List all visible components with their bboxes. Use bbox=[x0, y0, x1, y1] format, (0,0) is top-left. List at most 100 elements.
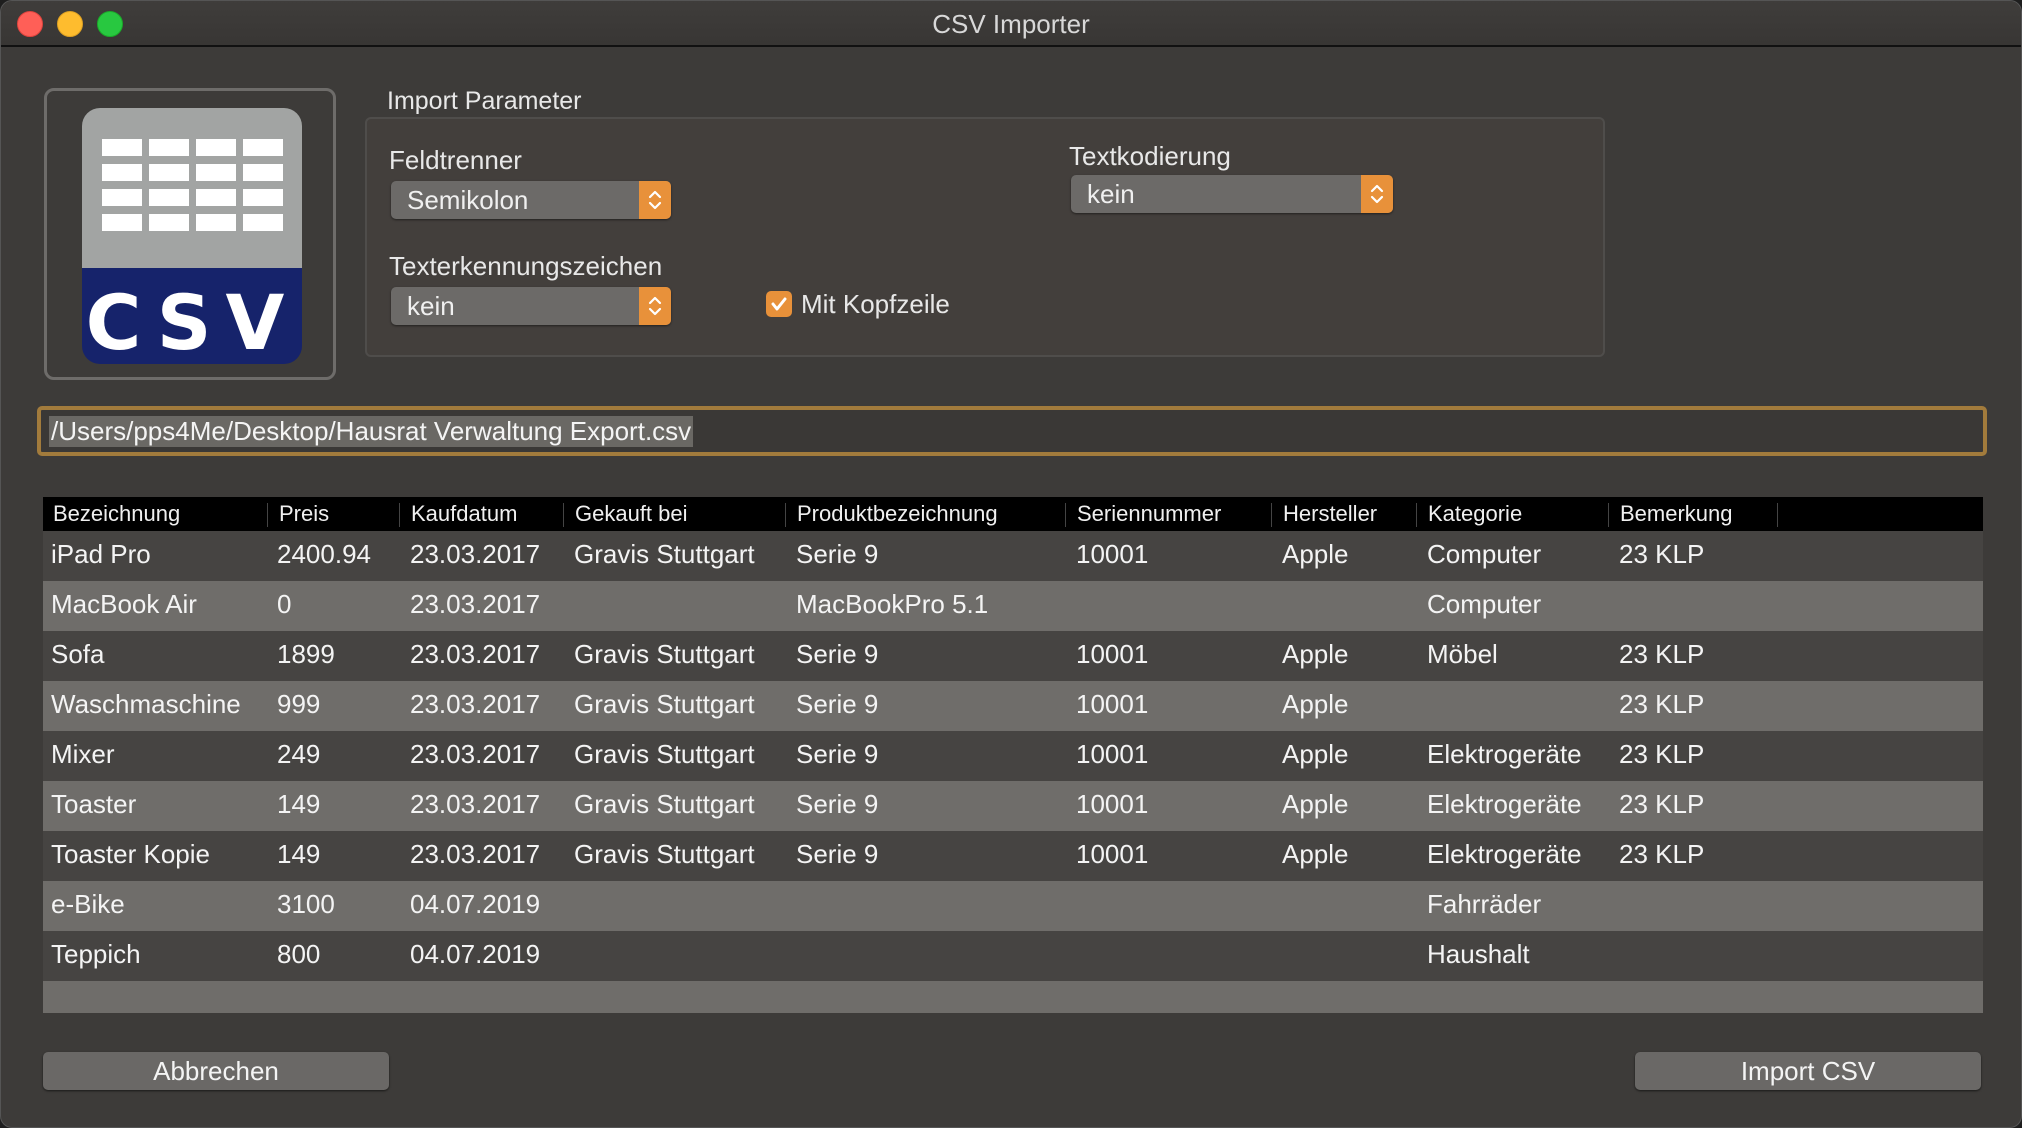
table-cell: e-Bike bbox=[51, 889, 125, 919]
mit-kopfzeile-checkbox[interactable] bbox=[766, 291, 792, 317]
table-cell: Gravis Stuttgart bbox=[574, 639, 755, 669]
table-cell: 23.03.2017 bbox=[410, 639, 541, 669]
column-divider[interactable] bbox=[1065, 503, 1066, 527]
window-title: CSV Importer bbox=[932, 9, 1090, 39]
table-cell: Apple bbox=[1282, 789, 1349, 819]
table-cell: Haushalt bbox=[1427, 939, 1530, 969]
feldtrenner-select[interactable]: Semikolon bbox=[391, 181, 671, 219]
column-divider[interactable] bbox=[1608, 503, 1609, 527]
logo-grid-cell bbox=[196, 189, 236, 206]
table-cell: Apple bbox=[1282, 539, 1349, 569]
table-cell: 10001 bbox=[1076, 839, 1149, 869]
column-header[interactable]: Kategorie bbox=[1428, 500, 1522, 528]
import-csv-button[interactable]: Import CSV bbox=[1635, 1052, 1981, 1090]
table-cell: 23 KLP bbox=[1619, 839, 1705, 869]
table-cell: 800 bbox=[277, 939, 321, 969]
column-divider[interactable] bbox=[1271, 503, 1272, 527]
column-header[interactable]: Bezeichnung bbox=[53, 500, 180, 528]
table-cell: 04.07.2019 bbox=[410, 939, 541, 969]
logo-grid-cell bbox=[243, 189, 283, 206]
table-row[interactable]: e-Bike 3100 04.07.2019 Fahrräder bbox=[43, 881, 1983, 931]
table-row[interactable]: Toaster Kopie 149 23.03.2017 Gravis Stut… bbox=[43, 831, 1983, 881]
column-header[interactable]: Hersteller bbox=[1283, 500, 1377, 528]
table-row-empty bbox=[43, 981, 1983, 1013]
textkodierung-value: kein bbox=[1087, 179, 1135, 209]
table-cell: 249 bbox=[277, 739, 321, 769]
logo-grid-cell bbox=[102, 189, 142, 206]
mit-kopfzeile-label[interactable]: Mit Kopfzeile bbox=[801, 289, 950, 320]
table-cell: Serie 9 bbox=[796, 739, 879, 769]
logo-grid-cell bbox=[102, 214, 142, 231]
table-cell: MacBook Air bbox=[51, 589, 197, 619]
table-cell: Gravis Stuttgart bbox=[574, 789, 755, 819]
logo-grid-cell bbox=[196, 164, 236, 181]
column-header[interactable]: Produktbezeichnung bbox=[797, 500, 998, 528]
logo-grid-cell bbox=[102, 139, 142, 156]
table-row[interactable]: MacBook Air 0 23.03.2017 MacBookPro 5.1 … bbox=[43, 581, 1983, 631]
column-header[interactable]: Seriennummer bbox=[1077, 500, 1221, 528]
table-cell: Teppich bbox=[51, 939, 141, 969]
logo-grid-cell bbox=[149, 189, 189, 206]
table-cell: Serie 9 bbox=[796, 689, 879, 719]
table-cell: 10001 bbox=[1076, 739, 1149, 769]
table-header: Bezeichnung Preis Kaufdatum Gekauft bei … bbox=[43, 497, 1983, 531]
table-cell: 23 KLP bbox=[1619, 689, 1705, 719]
table-cell: Möbel bbox=[1427, 639, 1498, 669]
data-table[interactable]: Bezeichnung Preis Kaufdatum Gekauft bei … bbox=[43, 497, 1983, 1013]
table-row[interactable]: Toaster 149 23.03.2017 Gravis Stuttgart … bbox=[43, 781, 1983, 831]
column-divider[interactable] bbox=[399, 503, 400, 527]
column-divider[interactable] bbox=[785, 503, 786, 527]
table-cell: Waschmaschine bbox=[51, 689, 241, 719]
table-cell: 23.03.2017 bbox=[410, 839, 541, 869]
logo-grid-area bbox=[82, 108, 302, 268]
logo-grid-cell bbox=[149, 214, 189, 231]
table-cell: Fahrräder bbox=[1427, 889, 1542, 919]
column-header[interactable]: Bemerkung bbox=[1620, 500, 1733, 528]
column-divider[interactable] bbox=[1777, 503, 1778, 527]
table-row[interactable]: Mixer 249 23.03.2017 Gravis Stuttgart Se… bbox=[43, 731, 1983, 781]
column-divider[interactable] bbox=[1416, 503, 1417, 527]
texterkennungszeichen-select[interactable]: kein bbox=[391, 287, 671, 325]
updown-chevron-icon bbox=[639, 287, 671, 325]
table-cell: 23.03.2017 bbox=[410, 539, 541, 569]
feldtrenner-label: Feldtrenner bbox=[389, 145, 522, 175]
textkodierung-select[interactable]: kein bbox=[1071, 175, 1393, 213]
table-cell: Apple bbox=[1282, 839, 1349, 869]
table-cell: 04.07.2019 bbox=[410, 889, 541, 919]
updown-chevron-icon bbox=[639, 181, 671, 219]
updown-chevron-icon bbox=[1361, 175, 1393, 213]
file-path-field[interactable]: /Users/pps4Me/Desktop/Hausrat Verwaltung… bbox=[37, 406, 1987, 456]
import-parameter-label: Import Parameter bbox=[387, 87, 582, 115]
table-row[interactable]: iPad Pro 2400.94 23.03.2017 Gravis Stutt… bbox=[43, 531, 1983, 581]
column-header[interactable]: Kaufdatum bbox=[411, 500, 517, 528]
column-header[interactable]: Preis bbox=[279, 500, 329, 528]
texterkennungszeichen-label: Texterkennungszeichen bbox=[389, 251, 663, 281]
table-cell: Gravis Stuttgart bbox=[574, 839, 755, 869]
table-row[interactable]: Waschmaschine 999 23.03.2017 Gravis Stut… bbox=[43, 681, 1983, 731]
title-bar: CSV Importer bbox=[1, 1, 2021, 47]
table-cell: 10001 bbox=[1076, 539, 1149, 569]
column-divider[interactable] bbox=[563, 503, 564, 527]
logo-grid-cell bbox=[149, 164, 189, 181]
table-row[interactable]: Sofa 1899 23.03.2017 Gravis Stuttgart Se… bbox=[43, 631, 1983, 681]
table-cell: Elektrogeräte bbox=[1427, 739, 1582, 769]
table-cell: Apple bbox=[1282, 639, 1349, 669]
table-row[interactable]: Teppich 800 04.07.2019 Haushalt bbox=[43, 931, 1983, 981]
texterkennungszeichen-value: kein bbox=[407, 291, 455, 321]
column-divider[interactable] bbox=[267, 503, 268, 527]
table-cell: 149 bbox=[277, 839, 321, 869]
table-cell: 999 bbox=[277, 689, 321, 719]
feldtrenner-value: Semikolon bbox=[407, 185, 529, 215]
table-cell: 23 KLP bbox=[1619, 639, 1705, 669]
column-header[interactable]: Gekauft bei bbox=[575, 500, 688, 528]
table-cell: Apple bbox=[1282, 739, 1349, 769]
textkodierung-label: Textkodierung bbox=[1069, 141, 1231, 171]
table-cell: 0 bbox=[277, 589, 292, 619]
logo-grid-cell bbox=[243, 139, 283, 156]
logo-grid-cell bbox=[196, 214, 236, 231]
logo-grid-cell bbox=[196, 139, 236, 156]
table-cell: 10001 bbox=[1076, 789, 1149, 819]
table-cell: 23.03.2017 bbox=[410, 789, 541, 819]
table-cell: 3100 bbox=[277, 889, 335, 919]
cancel-button[interactable]: Abbrechen bbox=[43, 1052, 389, 1090]
